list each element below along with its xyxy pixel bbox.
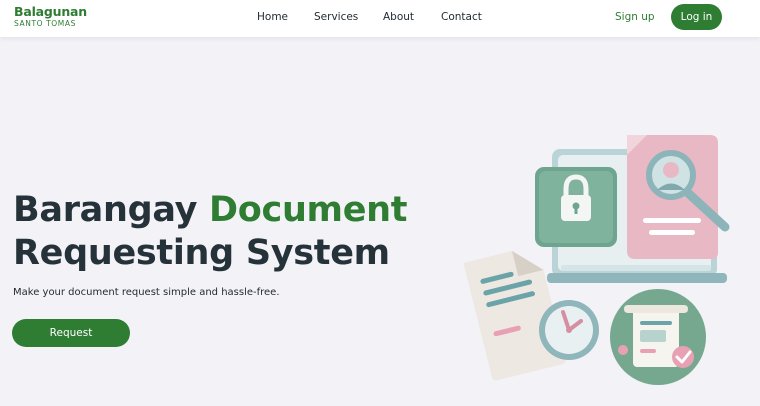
hero-title-part1: Barangay bbox=[13, 190, 209, 230]
navbar: Balagunan SANTO TOMAS Home Services Abou… bbox=[0, 0, 760, 37]
nav-contact-link[interactable]: Contact bbox=[441, 11, 482, 23]
hero-title-part2: Requesting System bbox=[13, 233, 390, 273]
nav-home-link[interactable]: Home bbox=[257, 11, 288, 23]
brand-logo[interactable]: Balagunan SANTO TOMAS bbox=[14, 5, 87, 29]
login-button[interactable]: Log in bbox=[671, 4, 722, 30]
hero-subtitle: Make your document request simple and ha… bbox=[13, 287, 280, 298]
request-button[interactable]: Request bbox=[12, 319, 130, 347]
brand-subtitle: SANTO TOMAS bbox=[14, 19, 76, 28]
signup-link[interactable]: Sign up bbox=[615, 11, 655, 23]
nav-about-link[interactable]: About bbox=[383, 11, 414, 23]
checkmark-icon bbox=[672, 346, 694, 368]
hero-title-accent: Document bbox=[209, 190, 408, 230]
clock-icon bbox=[539, 300, 599, 360]
nav-services-link[interactable]: Services bbox=[314, 11, 358, 23]
hero-illustration bbox=[463, 135, 730, 385]
hero-title: Barangay Document Requesting System bbox=[13, 189, 443, 275]
lock-icon bbox=[535, 167, 617, 247]
certificate-icon bbox=[610, 289, 706, 385]
brand-name: Balagunan bbox=[14, 4, 87, 19]
